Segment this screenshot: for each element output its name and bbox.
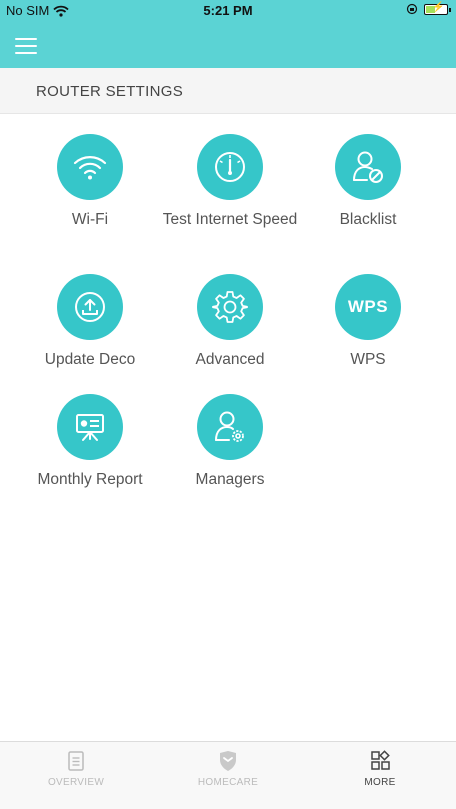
wps-icon: WPS	[335, 274, 401, 340]
menu-line	[15, 52, 37, 54]
user-blocked-icon	[335, 134, 401, 200]
status-right: ⚡	[406, 2, 451, 15]
user-settings-icon	[197, 394, 263, 460]
section-header: ROUTER SETTINGS	[0, 68, 456, 114]
wifi-label: Wi-Fi	[71, 211, 109, 228]
status-bar: No SIM 5:21 PM ⚡	[0, 0, 456, 22]
blacklist-label: Blacklist	[339, 211, 397, 228]
blacklist-item[interactable]: Blacklist	[298, 134, 438, 230]
managers-item[interactable]: Managers	[160, 394, 300, 490]
shield-icon	[218, 750, 238, 772]
tab-overview-label: OVERVIEW	[47, 777, 105, 788]
menu-line	[15, 38, 37, 40]
speed-gauge-icon	[197, 134, 263, 200]
presentation-board-icon	[57, 394, 123, 460]
managers-label: Managers	[195, 471, 265, 488]
gear-icon	[197, 274, 263, 340]
tab-homecare-label: HOMECARE	[197, 777, 259, 788]
status-time: 5:21 PM	[203, 3, 253, 18]
wifi-item[interactable]: Wi-Fi	[20, 134, 160, 230]
section-title: ROUTER SETTINGS	[36, 83, 184, 100]
update-deco-label: Update Deco	[44, 351, 136, 368]
wifi-icon	[57, 134, 123, 200]
bottom-tab-bar: OVERVIEW HOMECARE MORE	[0, 741, 456, 809]
tab-more-label: MORE	[364, 777, 396, 788]
upload-icon	[57, 274, 123, 340]
menu-button[interactable]	[15, 38, 37, 54]
battery-icon: ⚡	[424, 2, 451, 15]
tab-more[interactable]: MORE	[304, 742, 456, 809]
tab-homecare[interactable]: HOMECARE	[152, 742, 304, 809]
wps-icon-text: WPS	[347, 297, 389, 316]
orientation-lock-icon	[406, 3, 418, 15]
advanced-item[interactable]: Advanced	[160, 274, 300, 370]
grid-icon	[370, 750, 390, 772]
wps-item[interactable]: WPS WPS	[298, 274, 438, 370]
test-internet-speed-item[interactable]: Test Internet Speed	[160, 134, 300, 230]
tab-overview[interactable]: OVERVIEW	[0, 742, 152, 809]
document-icon	[66, 750, 86, 772]
menu-line	[15, 45, 37, 47]
update-deco-item[interactable]: Update Deco	[20, 274, 160, 370]
wps-label: WPS	[350, 351, 386, 368]
monthly-report-label: Monthly Report	[37, 471, 143, 488]
test-internet-speed-label: Test Internet Speed	[162, 211, 298, 228]
monthly-report-item[interactable]: Monthly Report	[20, 394, 160, 490]
advanced-label: Advanced	[195, 351, 265, 368]
app-header: No SIM 5:21 PM ⚡	[0, 0, 456, 68]
